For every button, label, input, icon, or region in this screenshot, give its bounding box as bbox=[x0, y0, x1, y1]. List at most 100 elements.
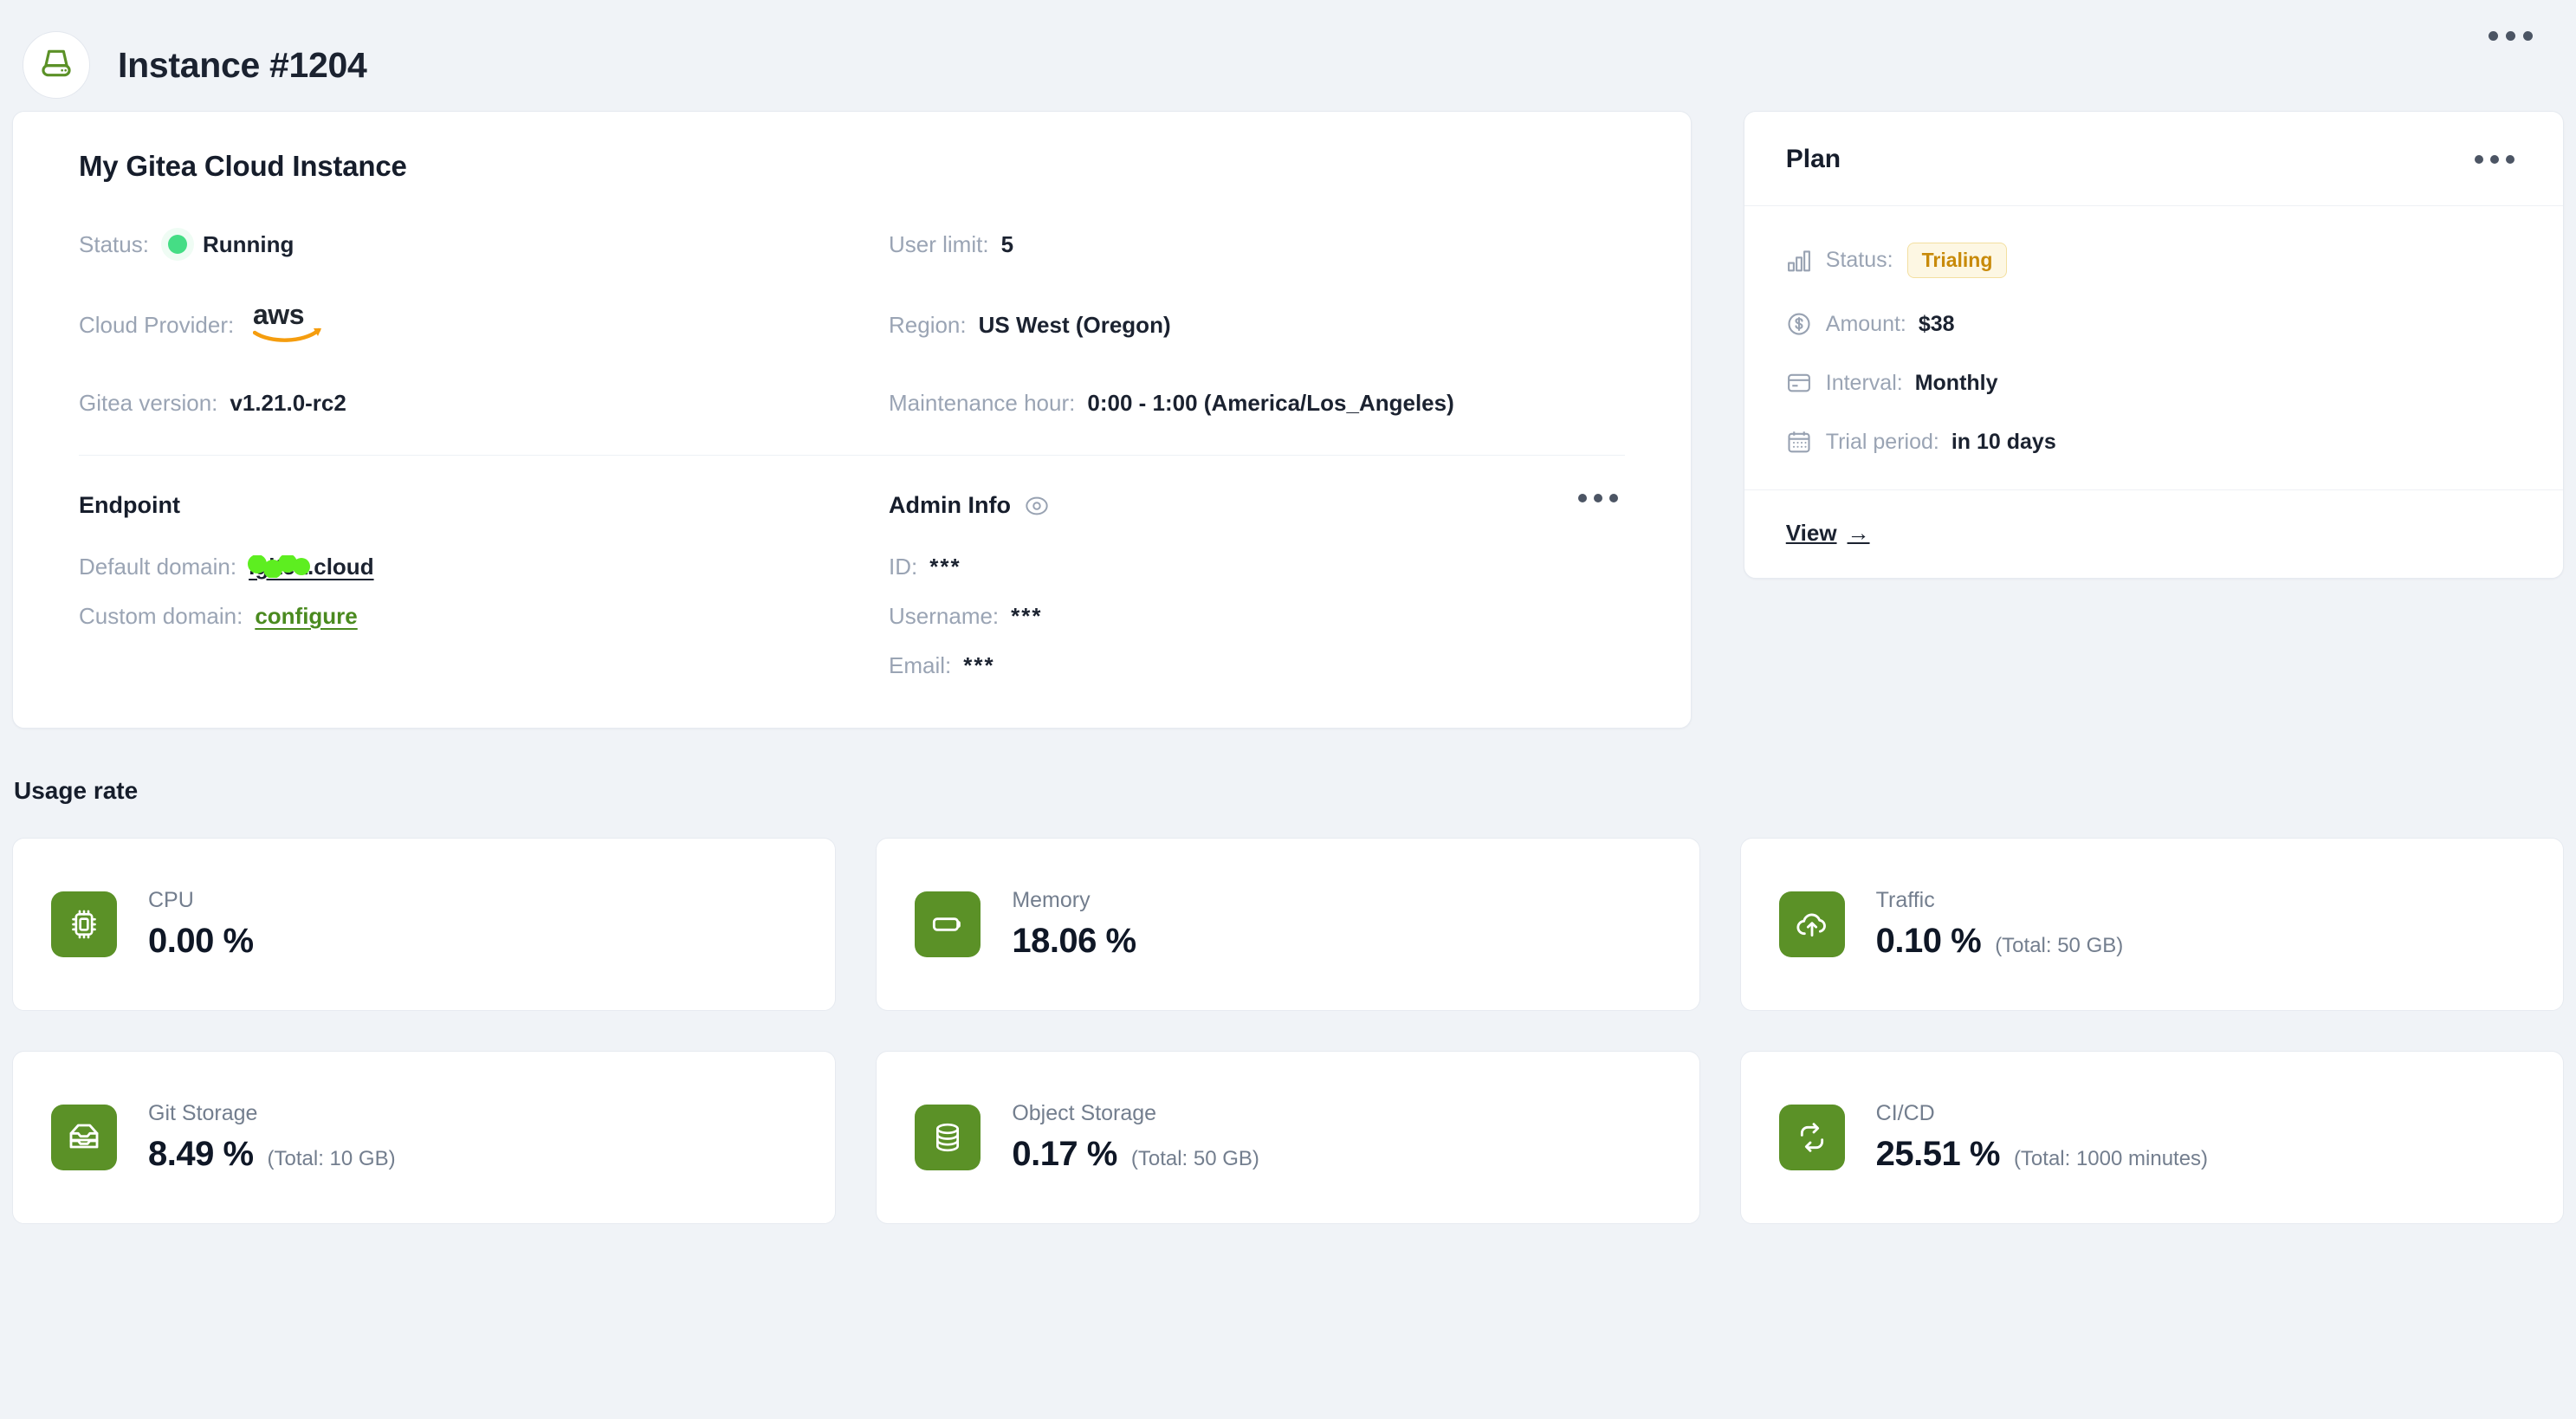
admin-info-section: Admin Info ID: *** Username: *** Email: … bbox=[889, 492, 1625, 679]
plan-trial-period-label: Trial period: bbox=[1825, 429, 1939, 454]
maintenance-hour-label: Maintenance hour: bbox=[889, 390, 1076, 416]
plan-interval-label: Interval: bbox=[1825, 370, 1903, 395]
plan-details: Status: Trialing Amount: $38 Interval: M… bbox=[1744, 206, 2563, 490]
more-options-icon bbox=[1577, 494, 1587, 502]
cloud-provider-row: Cloud Provider: aws bbox=[79, 299, 889, 349]
user-limit-row: User limit: 5 bbox=[889, 228, 1625, 261]
view-plan-link[interactable]: View → bbox=[1786, 520, 1870, 547]
aws-logo-icon: aws bbox=[253, 299, 324, 349]
usage-value: 18.06 % bbox=[1012, 922, 1136, 960]
bar-chart-icon bbox=[1786, 248, 1812, 274]
page-title: Instance #1204 bbox=[118, 44, 367, 85]
admin-username-row: Username: *** bbox=[889, 603, 1625, 630]
gitea-version-value: v1.21.0-rc2 bbox=[230, 390, 346, 416]
overview-row: My Gitea Cloud Instance Status: Running … bbox=[12, 111, 2564, 729]
usage-card-git-storage[interactable]: Git Storage 8.49 % (Total: 10 GB) bbox=[12, 1051, 837, 1224]
status-label: Status: bbox=[79, 230, 149, 257]
usage-label: Git Storage bbox=[148, 1101, 258, 1125]
instance-name: My Gitea Cloud Instance bbox=[79, 150, 407, 182]
endpoint-admin-grid: Endpoint Default domain: .gitea.cloud Cu… bbox=[79, 492, 1625, 679]
plan-trial-period-row: Trial period: in 10 days bbox=[1786, 429, 2521, 455]
usage-label: Object Storage bbox=[1012, 1101, 1157, 1125]
calendar-icon bbox=[1786, 429, 1812, 455]
usage-rate-grid: CPU 0.00 % Memory 18.06 % Traffic 0.10 %… bbox=[12, 838, 2564, 1224]
usage-value: 0.00 % bbox=[148, 922, 254, 960]
configure-custom-domain-link[interactable]: configure bbox=[255, 603, 357, 630]
cloud-upload-icon bbox=[1778, 891, 1845, 957]
usage-total: (Total: 10 GB) bbox=[267, 1147, 396, 1170]
usage-card-body: Object Storage 0.17 % (Total: 50 GB) bbox=[1012, 1101, 1259, 1174]
default-domain-row: Default domain: .gitea.cloud bbox=[79, 554, 889, 580]
cloud-provider-label: Cloud Provider: bbox=[79, 312, 235, 338]
admin-id-value: *** bbox=[929, 554, 961, 580]
usage-label: CPU bbox=[148, 888, 194, 912]
plan-amount-label: Amount: bbox=[1825, 311, 1906, 336]
instance-logo-badge bbox=[23, 31, 90, 99]
status-dot-icon bbox=[167, 235, 187, 254]
plan-more-options-button[interactable] bbox=[2468, 148, 2521, 171]
plan-status-badge: Trialing bbox=[1906, 243, 2008, 278]
eye-icon[interactable] bbox=[1025, 494, 1049, 518]
usage-card-object-storage[interactable]: Object Storage 0.17 % (Total: 50 GB) bbox=[876, 1051, 1700, 1224]
usage-label: Memory bbox=[1012, 888, 1091, 912]
sync-loop-icon bbox=[1778, 1105, 1845, 1170]
usage-card-body: Memory 18.06 % bbox=[1012, 888, 1149, 961]
usage-value: 8.49 % bbox=[148, 1135, 254, 1173]
plan-amount-row: Amount: $38 bbox=[1786, 311, 2521, 337]
plan-interval-row: Interval: Monthly bbox=[1786, 370, 2521, 396]
svg-text:aws: aws bbox=[253, 301, 304, 330]
endpoint-section: Endpoint Default domain: .gitea.cloud Cu… bbox=[79, 492, 889, 679]
status-value: Running bbox=[202, 230, 294, 257]
admin-username-label: Username: bbox=[889, 603, 1000, 629]
usage-label: Traffic bbox=[1875, 888, 1935, 912]
page-header: Instance #1204 bbox=[0, 0, 2576, 111]
admin-info-more-options-button[interactable] bbox=[1571, 487, 1625, 509]
usage-card-cpu[interactable]: CPU 0.00 % bbox=[12, 838, 837, 1011]
usage-rate-heading: Usage rate bbox=[14, 777, 139, 804]
usage-total: (Total: 50 GB) bbox=[1130, 1147, 1259, 1170]
instance-info-grid: Status: Running User limit: 5 Cloud Prov… bbox=[79, 228, 1625, 417]
usage-value: 0.10 % bbox=[1875, 922, 1982, 960]
usage-card-traffic[interactable]: Traffic 0.10 % (Total: 50 GB) bbox=[1739, 838, 2564, 1011]
admin-info-heading-row: Admin Info bbox=[889, 492, 1625, 519]
plan-card-header: Plan bbox=[1744, 112, 2563, 206]
instance-status-row: Status: Running bbox=[79, 228, 889, 261]
usage-card-memory[interactable]: Memory 18.06 % bbox=[876, 838, 1700, 1011]
admin-email-label: Email: bbox=[889, 652, 952, 678]
more-options-icon bbox=[2475, 155, 2483, 164]
usage-card-cicd[interactable]: CI/CD 25.51 % (Total: 1000 minutes) bbox=[1739, 1051, 2564, 1224]
default-domain-label: Default domain: bbox=[79, 554, 237, 580]
usage-card-body: Traffic 0.10 % (Total: 50 GB) bbox=[1876, 888, 2124, 961]
user-limit-label: User limit: bbox=[889, 230, 989, 257]
usage-total: (Total: 1000 minutes) bbox=[2013, 1147, 2209, 1170]
header-more-options-button[interactable] bbox=[2480, 23, 2541, 49]
admin-id-label: ID: bbox=[889, 554, 918, 580]
plan-status-row: Status: Trialing bbox=[1786, 243, 2521, 278]
usage-card-body: CI/CD 25.51 % (Total: 1000 minutes) bbox=[1876, 1101, 2208, 1174]
endpoint-heading: Endpoint bbox=[79, 492, 180, 518]
status-indicator bbox=[160, 228, 194, 261]
archive-box-icon bbox=[51, 1105, 117, 1170]
admin-username-value: *** bbox=[1011, 603, 1043, 629]
plan-card: Plan Status: Trialing Amount: $38 Interv… bbox=[1743, 111, 2564, 579]
region-value: US West (Oregon) bbox=[978, 312, 1171, 338]
section-divider bbox=[79, 455, 1625, 456]
gitea-version-row: Gitea version: v1.21.0-rc2 bbox=[79, 390, 889, 417]
admin-info-heading: Admin Info bbox=[889, 492, 1011, 518]
usage-value: 0.17 % bbox=[1012, 1135, 1117, 1173]
region-label: Region: bbox=[889, 312, 967, 338]
default-domain-link[interactable]: .gitea.cloud bbox=[248, 554, 374, 580]
maintenance-hour-value: 0:00 - 1:00 (America/Los_Angeles) bbox=[1087, 390, 1454, 416]
cpu-chip-icon bbox=[51, 891, 117, 957]
server-drive-icon bbox=[38, 45, 74, 86]
default-domain-value: .gitea.cloud bbox=[249, 554, 374, 580]
plan-status-label: Status: bbox=[1825, 248, 1893, 272]
maintenance-hour-row: Maintenance hour: 0:00 - 1:00 (America/L… bbox=[889, 390, 1625, 417]
admin-id-row: ID: *** bbox=[889, 554, 1625, 580]
memory-stick-icon bbox=[915, 891, 981, 957]
usage-value: 25.51 % bbox=[1875, 1135, 2001, 1173]
plan-card-footer: View → bbox=[1744, 490, 2563, 578]
instance-details-card: My Gitea Cloud Instance Status: Running … bbox=[12, 111, 1692, 729]
usage-label: CI/CD bbox=[1875, 1101, 1935, 1125]
admin-email-row: Email: *** bbox=[889, 652, 1625, 679]
